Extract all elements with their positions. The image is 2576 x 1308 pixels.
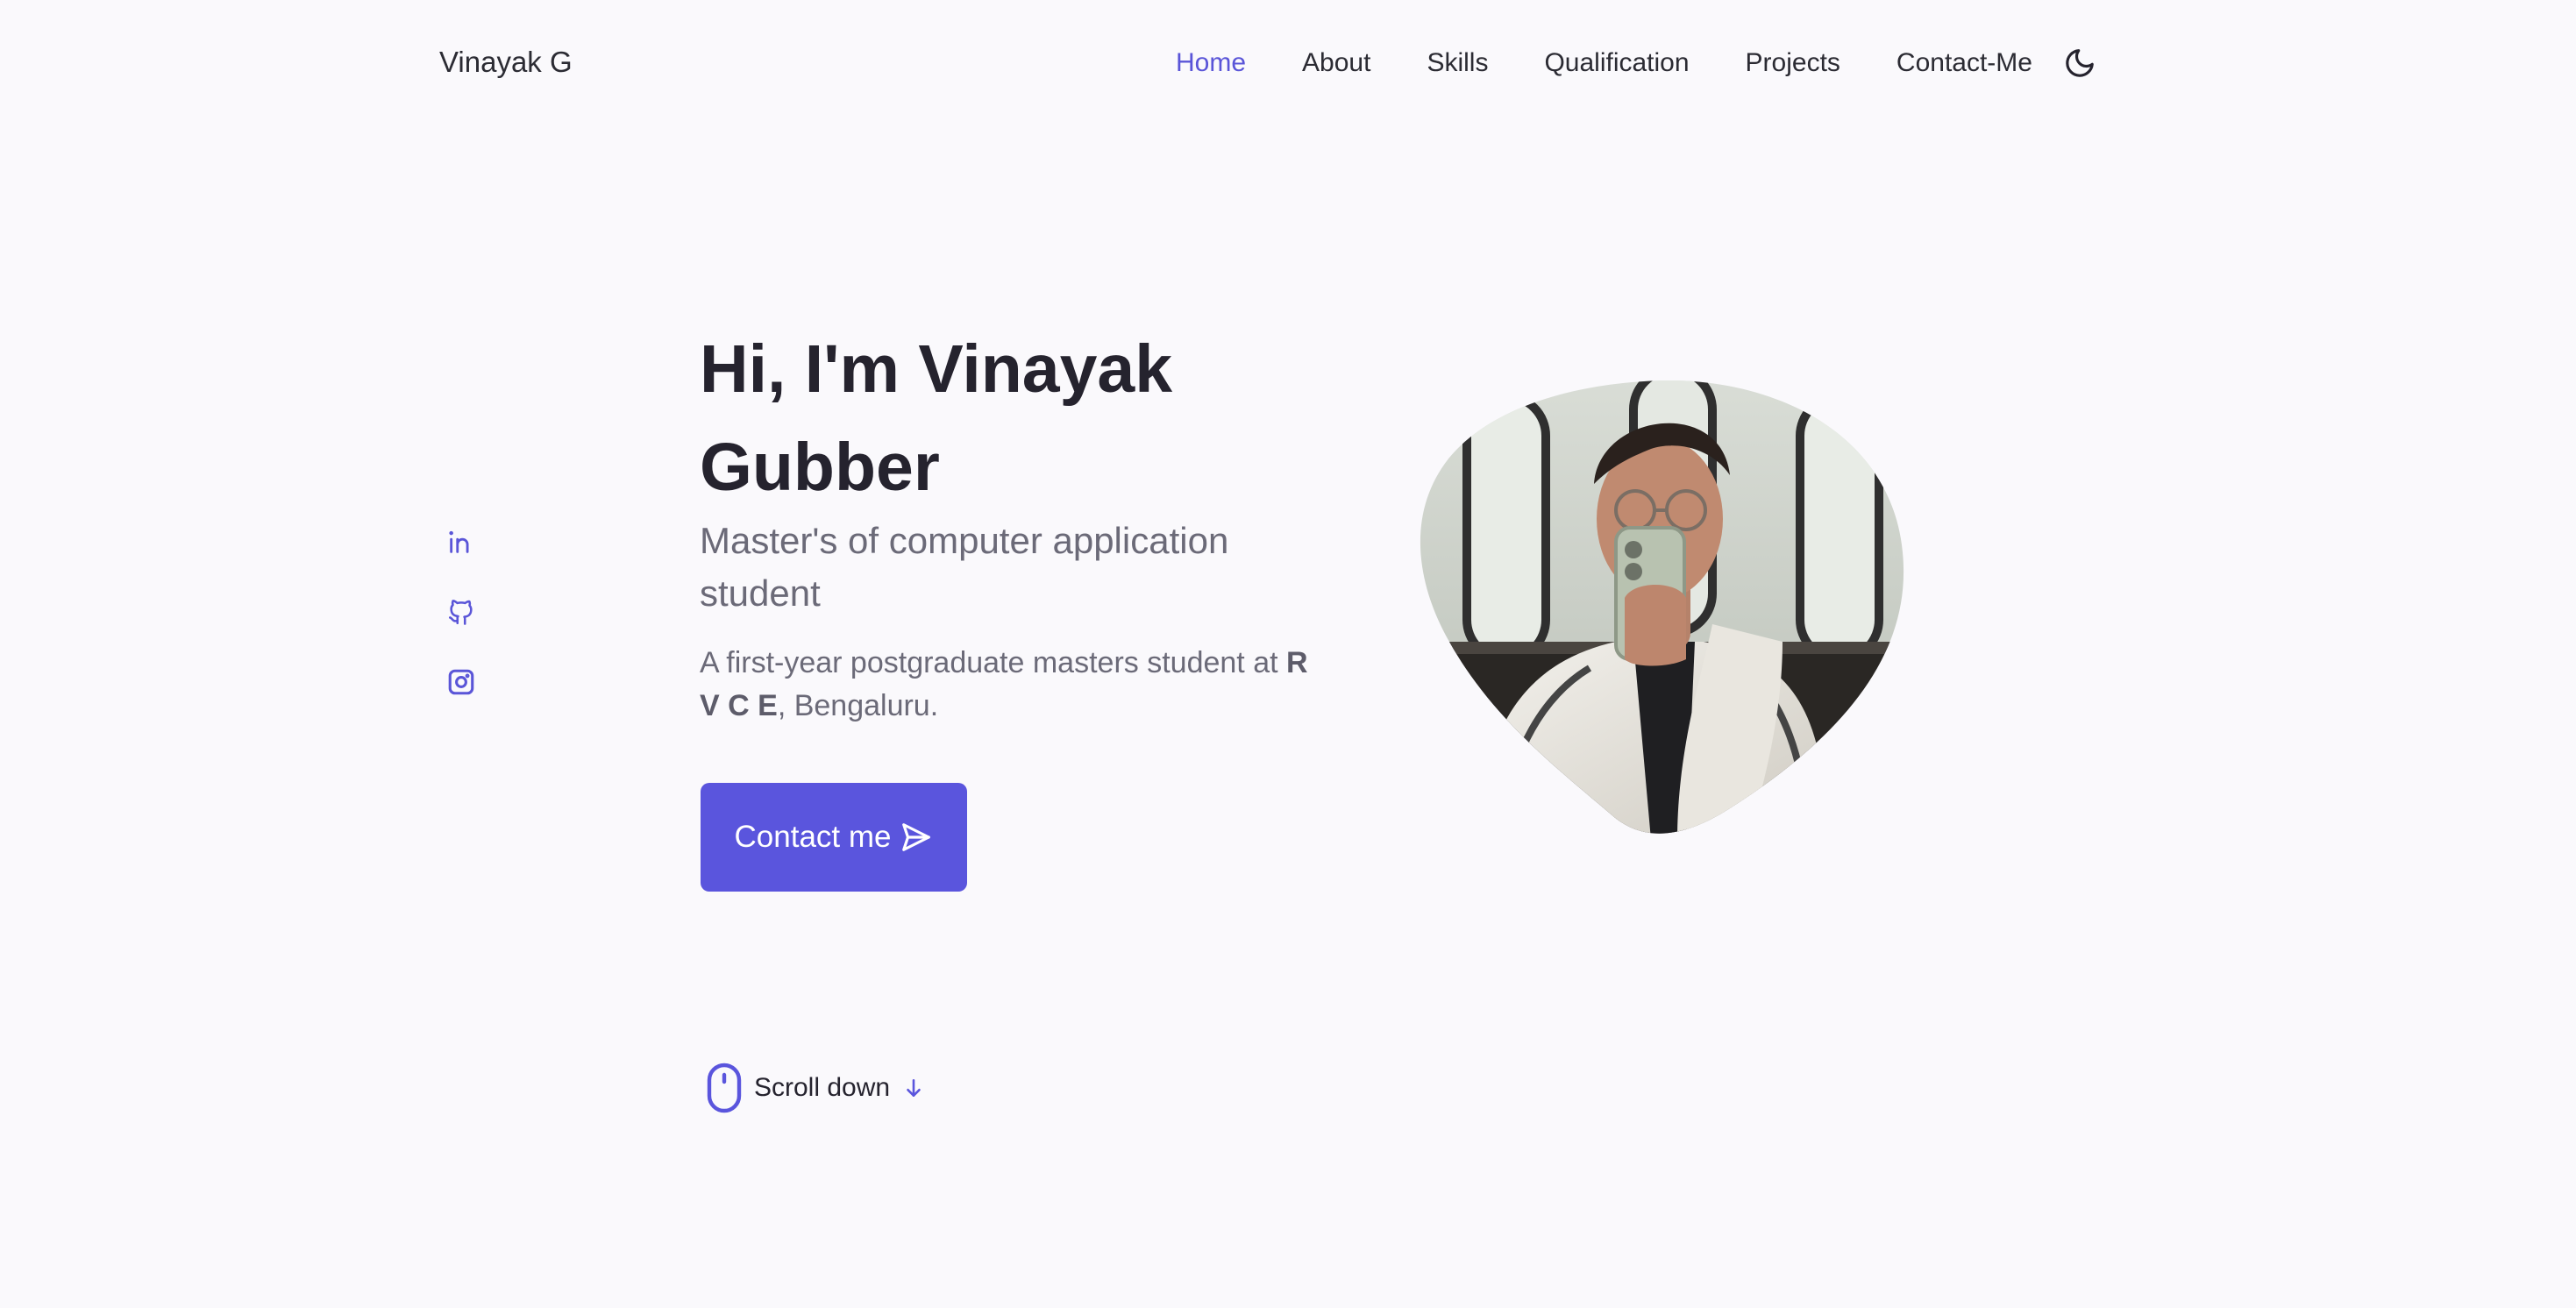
nav-about[interactable]: About	[1302, 48, 1370, 78]
profile-blob	[1414, 379, 1905, 840]
nav-skills[interactable]: Skills	[1427, 48, 1488, 78]
nav-home[interactable]: Home	[1176, 48, 1246, 78]
hero-description: A first-year postgraduate masters studen…	[700, 642, 1331, 728]
instagram-link[interactable]	[444, 665, 479, 700]
home-page: Vinayak G Home About Skills Qualificatio…	[0, 0, 2576, 1308]
moon-icon	[2066, 49, 2094, 77]
send-icon	[902, 823, 931, 851]
profile-photo	[1420, 380, 1904, 834]
contact-me-label: Contact me	[734, 820, 892, 854]
main-nav: Home About Skills Qualification Projects…	[1176, 46, 2097, 81]
mouse-icon	[707, 1063, 742, 1113]
theme-toggle-button[interactable]	[2062, 46, 2097, 81]
instagram-icon	[448, 669, 474, 695]
linkedin-icon	[449, 530, 469, 553]
nav-contact-me[interactable]: Contact-Me	[1896, 48, 2032, 78]
github-link[interactable]	[444, 594, 479, 629]
desc-prefix: A first-year postgraduate masters studen…	[700, 646, 1286, 679]
nav-projects[interactable]: Projects	[1746, 48, 1840, 78]
desc-suffix: , Bengaluru.	[777, 689, 939, 722]
social-links	[444, 524, 479, 735]
scroll-down-label: Scroll down	[754, 1073, 891, 1102]
contact-me-button[interactable]: Contact me	[701, 783, 967, 892]
github-icon	[448, 600, 473, 625]
hero-subtitle: Master's of computer application student	[700, 520, 1229, 614]
arrow-down-icon	[907, 1079, 921, 1097]
site-logo[interactable]: Vinayak G	[439, 46, 573, 79]
nav-qualification[interactable]: Qualification	[1544, 48, 1689, 78]
scroll-down-link[interactable]: Scroll down	[707, 1063, 925, 1113]
hero-title: Hi, I'm Vinayak Gubber	[700, 331, 1173, 505]
linkedin-link[interactable]	[444, 524, 479, 559]
